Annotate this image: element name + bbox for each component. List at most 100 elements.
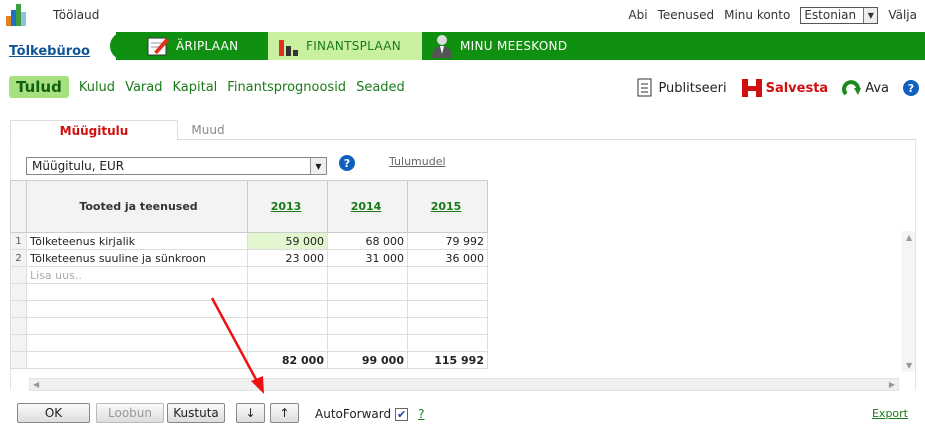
tab-expenses[interactable]: Kulud [79, 80, 115, 95]
services-link[interactable]: Teenused [658, 8, 715, 22]
scroll-right-icon[interactable]: ▶ [889, 380, 895, 389]
value-cell[interactable] [327, 300, 408, 318]
open-button[interactable]: Ava [842, 78, 889, 98]
logout-link[interactable]: Välja [888, 8, 917, 22]
tab-forecasts[interactable]: Finantsprognoosid [227, 80, 346, 95]
table-row: 1 Tõlketeenus kirjalik 59 000 68 000 79 … [10, 232, 488, 250]
bar-chart-icon [279, 40, 298, 56]
table-row: 2 Tõlketeenus suuline ja sünkroon 23 000… [10, 249, 488, 267]
horizontal-scrollbar[interactable]: ◀ ▶ [29, 378, 899, 391]
table-row [10, 300, 488, 318]
product-name-cell[interactable] [26, 317, 248, 335]
action-bar: Publitseeri Salvesta Ava ? [637, 77, 919, 99]
table-row: Lisa uus.. [10, 266, 488, 284]
autoforward-label: AutoForward [315, 407, 392, 421]
autoforward-help-link[interactable]: ? [418, 407, 424, 421]
export-link[interactable]: Export [872, 407, 908, 420]
value-cell[interactable] [327, 283, 408, 301]
publish-button[interactable]: Publitseeri [637, 78, 727, 98]
product-name-cell[interactable] [26, 334, 248, 352]
value-cell[interactable] [247, 283, 328, 301]
help-icon[interactable]: ? [903, 80, 919, 96]
column-header-year[interactable]: 2013 [247, 180, 328, 233]
value-cell[interactable] [247, 317, 328, 335]
value-cell[interactable]: 68 000 [327, 232, 408, 250]
language-select[interactable]: Estonian ▼ [800, 6, 879, 24]
cancel-button[interactable]: Loobun [96, 403, 164, 423]
table-row [10, 283, 488, 301]
column-header-year[interactable]: 2015 [407, 180, 488, 233]
value-cell[interactable] [407, 300, 488, 318]
move-down-button[interactable]: ↓ [236, 403, 265, 423]
total-cell: 99 000 [327, 351, 408, 369]
revenue-type-select[interactable]: Müügitulu, EUR ▼ [26, 157, 327, 175]
value-cell[interactable] [407, 283, 488, 301]
value-cell[interactable] [247, 266, 328, 284]
product-name-cell[interactable]: Tõlketeenus kirjalik [26, 232, 248, 250]
autoforward-checkbox[interactable]: ✔ [395, 407, 409, 421]
revenue-model-link[interactable]: Tulumudel [389, 155, 446, 168]
company-name-link[interactable]: Tõlkebüroo [9, 44, 90, 59]
move-up-button[interactable]: ↑ [270, 403, 299, 423]
tab-settings[interactable]: Seaded [356, 80, 405, 95]
help-link[interactable]: Abi [628, 8, 647, 22]
column-header-year[interactable]: 2014 [327, 180, 408, 233]
nav-financial-plan[interactable]: FINANTSPLAAN [268, 32, 422, 60]
content-tabs: Müügitulu Muud [10, 120, 916, 141]
nav-business-plan[interactable]: ÄRIPLAAN [116, 32, 268, 60]
ok-button[interactable]: OK [17, 403, 90, 423]
help-icon[interactable]: ? [339, 155, 355, 171]
row-number: 2 [10, 249, 27, 267]
top-bar: Töölaud Abi Teenused Minu konto Estonian… [0, 0, 925, 30]
nav-my-team[interactable]: MINU MEESKOND [422, 32, 582, 60]
sub-nav: Tulud Kulud Varad Kapital Finantsprognoo… [9, 76, 405, 98]
product-name-cell[interactable] [26, 300, 248, 318]
nav-label: ÄRIPLAAN [176, 39, 239, 53]
business-plan-icon [147, 37, 169, 56]
total-cell: 115 992 [407, 351, 488, 369]
value-cell[interactable] [327, 266, 408, 284]
open-label: Ava [865, 80, 889, 96]
value-cell[interactable]: 23 000 [247, 249, 328, 267]
revenue-type-value: Müügitulu, EUR [32, 159, 125, 173]
value-cell[interactable] [327, 317, 408, 335]
value-cell[interactable] [247, 300, 328, 318]
value-cell[interactable] [407, 334, 488, 352]
value-cell[interactable] [407, 266, 488, 284]
tab-sales-revenue[interactable]: Müügitulu [10, 120, 178, 141]
value-cell[interactable]: 79 992 [407, 232, 488, 250]
tab-capital[interactable]: Kapital [172, 80, 217, 95]
totals-label-cell [26, 351, 248, 369]
vertical-scrollbar[interactable]: ▲ ▼ [902, 231, 915, 372]
row-number [10, 351, 27, 369]
row-number: 1 [10, 232, 27, 250]
value-cell[interactable] [327, 334, 408, 352]
scroll-up-icon[interactable]: ▲ [906, 233, 912, 242]
scroll-down-icon[interactable]: ▼ [906, 361, 912, 370]
column-header-products: Tooted ja teenused [26, 180, 248, 233]
product-name-cell[interactable] [26, 283, 248, 301]
save-button[interactable]: Salvesta [741, 77, 828, 99]
dashboard-link[interactable]: Töölaud [53, 8, 99, 22]
row-number [10, 300, 27, 318]
value-cell[interactable]: 36 000 [407, 249, 488, 267]
value-cell[interactable]: 59 000 [247, 232, 328, 250]
document-icon [637, 78, 652, 97]
save-icon [741, 79, 762, 97]
value-cell[interactable] [247, 334, 328, 352]
table-row [10, 334, 488, 352]
scroll-left-icon[interactable]: ◀ [33, 380, 39, 389]
main-nav: ÄRIPLAAN FINANTSPLAAN MINU MEESKOND [110, 32, 925, 60]
my-account-link[interactable]: Minu konto [724, 8, 790, 22]
tab-other[interactable]: Muud [180, 120, 236, 140]
value-cell[interactable]: 31 000 [327, 249, 408, 267]
value-cell[interactable] [407, 317, 488, 335]
app-logo-icon[interactable] [6, 2, 26, 26]
product-name-cell[interactable]: Tõlketeenus suuline ja sünkroon [26, 249, 248, 267]
revenue-grid: Tooted ja teenused 2013 2014 2015 1 Tõlk… [10, 180, 488, 369]
delete-button[interactable]: Kustuta [167, 403, 225, 423]
add-new-cell[interactable]: Lisa uus.. [26, 266, 248, 284]
top-links: Abi Teenused Minu konto Estonian ▼ Välja [628, 5, 917, 25]
tab-assets[interactable]: Varad [125, 80, 162, 95]
tab-income[interactable]: Tulud [9, 76, 69, 98]
